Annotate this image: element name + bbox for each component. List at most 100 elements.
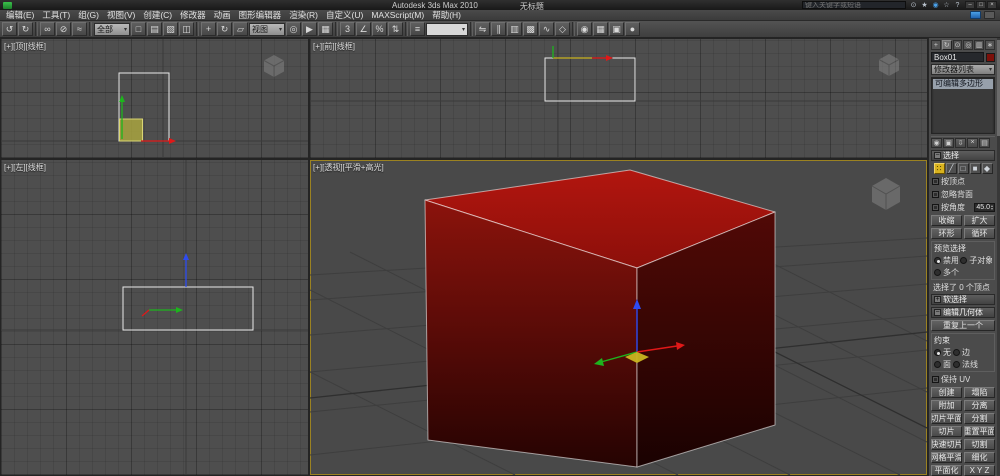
- edit-geometry-button[interactable]: 切片: [931, 426, 962, 437]
- menu-item[interactable]: 图形编辑器: [235, 10, 286, 21]
- select-object-icon[interactable]: □: [131, 22, 146, 36]
- material-editor-icon[interactable]: ◉: [577, 22, 592, 36]
- edit-geometry-button[interactable]: 附加: [931, 400, 962, 411]
- object-name-field[interactable]: Box01: [931, 52, 984, 62]
- app-logo-icon[interactable]: [3, 1, 12, 9]
- box-wireframe-left[interactable]: [122, 286, 254, 331]
- grow-button[interactable]: 扩大: [964, 214, 995, 226]
- select-and-scale-icon[interactable]: ▱: [233, 22, 248, 36]
- named-selection-sets-combo[interactable]: ▾: [426, 22, 468, 36]
- spinner-arrows-icon[interactable]: ▴ ▾: [991, 204, 993, 211]
- constraint-edge-radio[interactable]: [953, 349, 960, 356]
- layer-manager-icon[interactable]: ▥: [507, 22, 522, 36]
- window-crossing-icon[interactable]: ◫: [179, 22, 194, 36]
- close-button[interactable]: ×: [987, 1, 997, 9]
- viewport-top[interactable]: [+][顶][线框]: [1, 39, 308, 158]
- constraint-normal-radio[interactable]: [953, 361, 960, 368]
- display-tab-icon[interactable]: ▥: [974, 40, 985, 50]
- keyboard-shortcut-override-icon[interactable]: ▦: [318, 22, 333, 36]
- menu-item[interactable]: 动画: [210, 10, 235, 21]
- favorites-icon[interactable]: ☆: [942, 1, 951, 10]
- preview-multi-radio[interactable]: [934, 268, 941, 276]
- edit-geometry-button[interactable]: 分割: [964, 413, 995, 424]
- move-gizmo-front[interactable]: [552, 46, 613, 61]
- edit-geometry-button[interactable]: X Y Z: [964, 465, 995, 476]
- schematic-view-icon[interactable]: ◇: [555, 22, 570, 36]
- vertex-subobject-icon[interactable]: ∷: [933, 162, 945, 174]
- viewcube-icon[interactable]: [263, 55, 285, 77]
- border-subobject-icon[interactable]: □: [957, 162, 969, 174]
- configure-modifier-sets-icon[interactable]: ▤: [979, 137, 990, 148]
- menu-item[interactable]: 视图(V): [103, 10, 139, 21]
- make-unique-icon[interactable]: ⇩: [955, 137, 966, 148]
- percent-snap-icon[interactable]: %: [372, 22, 387, 36]
- hierarchy-tab-icon[interactable]: ⊙: [952, 40, 963, 50]
- undo-icon[interactable]: ↺: [2, 22, 17, 36]
- mirror-icon[interactable]: ⇋: [475, 22, 490, 36]
- edit-geometry-button[interactable]: 网格平滑: [931, 452, 962, 463]
- search-go-icon[interactable]: ⊙: [909, 1, 918, 10]
- motion-tab-icon[interactable]: ◎: [963, 40, 974, 50]
- shrink-button[interactable]: 收缩: [931, 214, 962, 226]
- edit-named-selection-sets-icon[interactable]: ≡: [410, 22, 425, 36]
- edit-geometry-button[interactable]: 快速切片: [931, 439, 962, 450]
- edit-geometry-button[interactable]: 切片平面: [931, 413, 962, 424]
- edit-geometry-button[interactable]: 创建: [931, 387, 962, 398]
- viewport-left[interactable]: [+][左][线框]: [1, 160, 308, 475]
- rendered-frame-window-icon[interactable]: ▣: [609, 22, 624, 36]
- subscription-center-icon[interactable]: ★: [920, 1, 929, 10]
- render-setup-icon[interactable]: ▦: [593, 22, 608, 36]
- select-by-name-icon[interactable]: ▤: [147, 22, 162, 36]
- box-wireframe-top[interactable]: [118, 72, 170, 142]
- edit-geometry-button[interactable]: 切割: [964, 439, 995, 450]
- select-and-move-icon[interactable]: +: [201, 22, 216, 36]
- edit-geometry-button[interactable]: 细化: [964, 452, 995, 463]
- snap-toggle-3d-icon[interactable]: 3: [340, 22, 355, 36]
- menu-item[interactable]: 编辑(E): [2, 10, 38, 21]
- menu-item[interactable]: 工具(T): [38, 10, 74, 21]
- modifier-stack-item[interactable]: 可编辑多边形: [933, 79, 993, 89]
- viewport-front[interactable]: [+][前][线框]: [310, 39, 927, 158]
- element-subobject-icon[interactable]: ◆: [981, 162, 993, 174]
- select-and-manipulate-icon[interactable]: ▶: [302, 22, 317, 36]
- menu-item[interactable]: 帮助(H): [428, 10, 465, 21]
- menu-item[interactable]: 修改器: [176, 10, 210, 21]
- polygon-subobject-icon[interactable]: ■: [969, 162, 981, 174]
- loop-button[interactable]: 循环: [964, 227, 995, 239]
- bind-to-space-warp-icon[interactable]: ≈: [72, 22, 87, 36]
- modify-tab-icon[interactable]: ↻: [941, 40, 952, 50]
- menu-item[interactable]: 自定义(U): [322, 10, 367, 21]
- menu-item[interactable]: 渲染(R): [285, 10, 322, 21]
- pin-stack-icon[interactable]: ◉: [931, 137, 942, 148]
- edit-geometry-button[interactable]: 平面化: [931, 465, 962, 476]
- angle-snap-icon[interactable]: ∠: [356, 22, 371, 36]
- selection-filter-dropdown[interactable]: 全部 ▾: [94, 22, 130, 36]
- modifier-list-dropdown[interactable]: 修改器列表 ▾: [931, 64, 995, 75]
- edge-subobject-icon[interactable]: ╱: [945, 162, 957, 174]
- redo-icon[interactable]: ↻: [18, 22, 33, 36]
- rectangular-selection-region-icon[interactable]: ▧: [163, 22, 178, 36]
- preserve-uvs-checkbox[interactable]: [932, 376, 939, 383]
- viewport-perspective[interactable]: [+][透视][平滑+高光]: [310, 160, 927, 475]
- edit-geometry-button[interactable]: 分离: [964, 400, 995, 411]
- curve-editor-icon[interactable]: ∿: [539, 22, 554, 36]
- graphite-modeling-tools-icon[interactable]: ▩: [523, 22, 538, 36]
- constraint-none-radio[interactable]: [934, 349, 941, 356]
- reference-coordinate-dropdown[interactable]: 视图 ▾: [249, 22, 285, 36]
- use-pivot-center-icon[interactable]: ◎: [286, 22, 301, 36]
- create-tab-icon[interactable]: +: [931, 40, 941, 50]
- by-angle-spinner[interactable]: 45.0 ▴ ▾: [974, 202, 995, 212]
- communication-center-icon[interactable]: ◉: [931, 1, 940, 10]
- select-and-rotate-icon[interactable]: ↻: [217, 22, 232, 36]
- minimize-button[interactable]: –: [965, 1, 975, 9]
- menu-item[interactable]: 组(G): [74, 10, 103, 21]
- communication-center-badge-icon[interactable]: [970, 11, 981, 19]
- menu-item[interactable]: MAXScript(M): [367, 10, 428, 21]
- move-gizmo-left[interactable]: [141, 253, 189, 317]
- maximize-button[interactable]: □: [976, 1, 986, 9]
- viewport-front-label[interactable]: [+][前][线框]: [313, 41, 355, 52]
- edit-geometry-button[interactable]: 重置平面: [964, 426, 995, 437]
- constraint-face-radio[interactable]: [934, 361, 941, 368]
- ignore-backfacing-checkbox[interactable]: [932, 190, 939, 198]
- viewport-perspective-label[interactable]: [+][透视][平滑+高光]: [313, 162, 384, 173]
